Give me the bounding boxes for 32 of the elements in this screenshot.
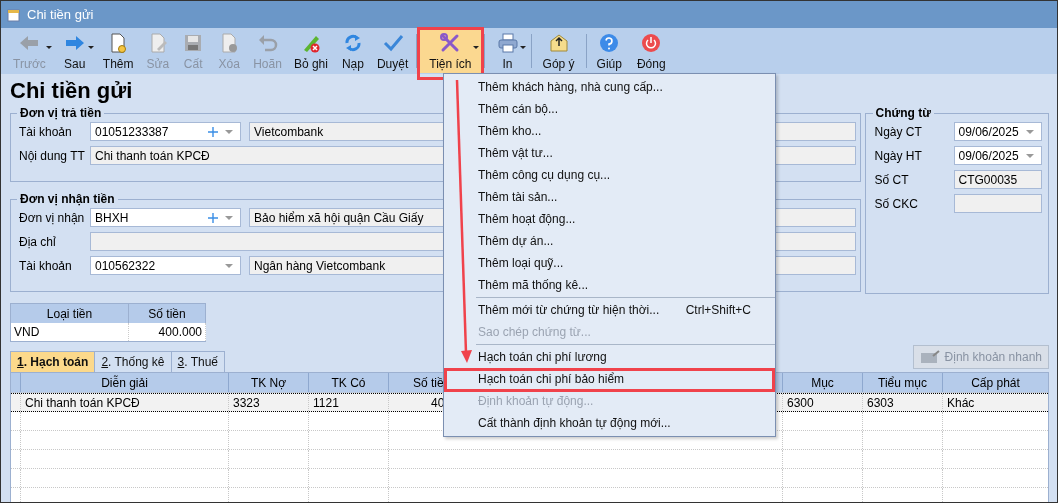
table-cell: 6300: [787, 395, 814, 410]
column-header: TK Nợ: [250, 375, 287, 390]
form-title: Chi tiền gửi: [10, 77, 133, 105]
field-label: Địa chỉ: [19, 234, 57, 249]
table-cell: Chi thanh toán KPCĐ: [25, 395, 140, 410]
column-header: Số tiền: [129, 304, 206, 323]
column-header: Diễn giải: [101, 375, 148, 390]
column-header: Mục: [811, 375, 834, 390]
table-cell: 6303: [867, 395, 894, 410]
table-cell: VND: [11, 323, 129, 341]
group-title: Đơn vị nhận tiền: [19, 192, 116, 206]
group-title: Chứng từ: [874, 106, 932, 120]
column-header: Tiểu mục: [878, 375, 927, 390]
field-label: Ngày CT: [874, 124, 923, 139]
shortcut-label: Ctrl+Shift+C: [685, 303, 751, 317]
field-label: Số CKC: [874, 196, 919, 211]
field-label: Ngày HT: [874, 148, 923, 163]
column-header: TK Có: [331, 375, 366, 390]
table-cell: 1121: [313, 395, 339, 410]
window-title: Chi tiền gửi: [27, 7, 94, 22]
field-label: Tài khoản: [19, 258, 73, 273]
column-header: Cấp phát: [971, 375, 1020, 390]
column-header: Số tiề: [413, 375, 444, 390]
table-cell: Khác: [947, 395, 975, 410]
group-title: Đơn vị trả tiền: [19, 106, 103, 120]
table-cell: 400.000: [129, 323, 206, 341]
field-label: Số CT: [874, 172, 910, 187]
field-label: Nội dung TT: [19, 148, 86, 163]
table-cell: 3323: [233, 395, 260, 410]
field-label: Tài khoản: [19, 124, 73, 139]
column-header: Loại tiền: [11, 304, 129, 323]
field-label: Đơn vị nhận: [19, 210, 86, 225]
